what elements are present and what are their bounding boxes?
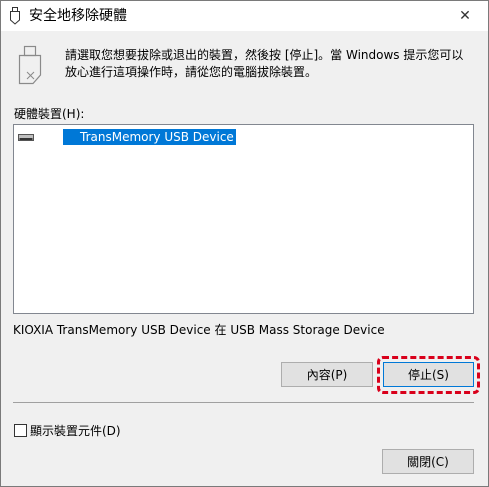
title-bar: 安全地移除硬體 ✕ [1, 1, 488, 31]
dialog-content: 請選取您想要拔除或退出的裝置，然後按 [停止]。當 Windows 提示您可以放… [1, 31, 488, 486]
stop-button[interactable]: 停止(S) [383, 362, 474, 387]
device-list[interactable]: TransMemory USB Device [13, 124, 474, 314]
divider [13, 402, 474, 403]
list-item[interactable]: TransMemory USB Device [18, 129, 236, 145]
instruction-text: 請選取您想要拔除或退出的裝置，然後按 [停止]。當 Windows 提示您可以放… [65, 48, 464, 79]
close-button[interactable]: 關閉(C) [382, 449, 474, 474]
close-window-button[interactable]: ✕ [442, 1, 488, 31]
window-title: 安全地移除硬體 [29, 8, 127, 24]
device-description: KIOXIA TransMemory USB Device 在 USB Mass… [13, 323, 385, 337]
drive-icon [18, 129, 34, 145]
safely-remove-hardware-dialog: 安全地移除硬體 ✕ 請選取您想要拔除或退出的裝置，然後按 [停止]。當 Wind… [0, 0, 489, 487]
usb-icon [9, 7, 21, 25]
device-list-label: 硬體裝置(H): [14, 107, 85, 121]
show-components-option[interactable]: 顯示裝置元件(D) [14, 422, 121, 439]
show-components-label: 顯示裝置元件(D) [30, 424, 121, 438]
properties-button[interactable]: 內容(P) [281, 362, 373, 387]
device-name: TransMemory USB Device [63, 129, 236, 145]
show-components-checkbox[interactable] [14, 424, 27, 437]
close-icon: ✕ [459, 8, 471, 24]
usb-drive-icon [15, 45, 45, 85]
